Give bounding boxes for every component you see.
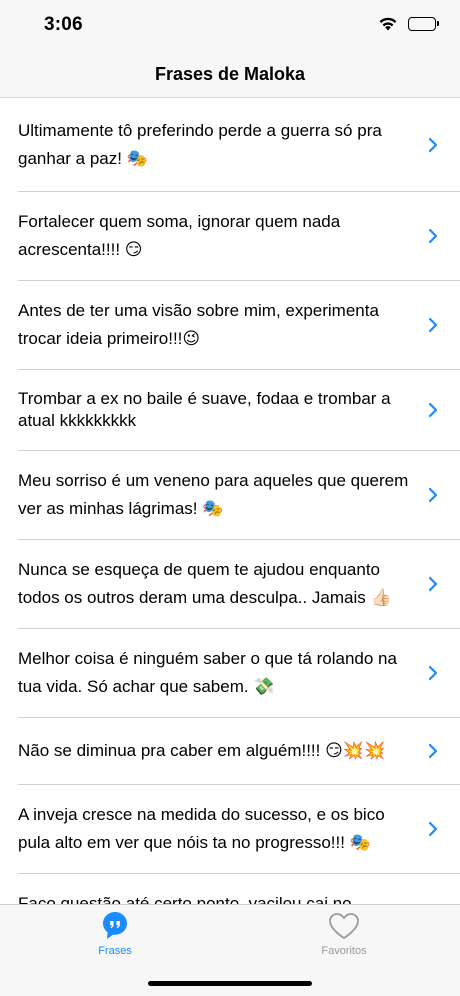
phrase-text: Antes de ter uma visão sobre mim, experi… bbox=[18, 301, 379, 348]
chevron-right-icon bbox=[428, 137, 438, 153]
phrases-list[interactable]: Ultimamente tô preferindo perde a guerra… bbox=[0, 98, 460, 904]
status-icons bbox=[378, 16, 439, 31]
list-item[interactable]: Antes de ter uma visão sobre mim, experi… bbox=[18, 281, 460, 370]
list-item[interactable]: Meu sorriso é um veneno para aqueles que… bbox=[18, 451, 460, 540]
battery-icon bbox=[408, 16, 439, 31]
home-indicator bbox=[148, 981, 312, 986]
phrase-text: Fortalecer quem soma, ignorar quem nada … bbox=[18, 212, 341, 259]
chevron-right-icon bbox=[428, 317, 438, 333]
chevron-right-icon bbox=[428, 665, 438, 681]
chevron-right-icon bbox=[428, 821, 438, 837]
phrase-text: Trombar a ex no baile é suave, fodaa e t… bbox=[18, 389, 391, 430]
list-item[interactable]: Fortalecer quem soma, ignorar quem nada … bbox=[18, 192, 460, 281]
tab-favoritos-label: Favoritos bbox=[321, 945, 367, 957]
chevron-right-icon bbox=[428, 487, 438, 503]
tab-frases[interactable]: Frases bbox=[55, 911, 175, 957]
phrase-text: Melhor coisa é ninguém saber o que tá ro… bbox=[18, 649, 397, 696]
wifi-icon bbox=[378, 16, 398, 31]
chevron-right-icon bbox=[428, 402, 438, 418]
chevron-right-icon bbox=[428, 743, 438, 759]
list-item[interactable]: Ultimamente tô preferindo perde a guerra… bbox=[18, 98, 460, 192]
navigation-bar: Frases de Maloka bbox=[0, 52, 460, 98]
heart-icon bbox=[284, 911, 404, 941]
phrase-text: A inveja cresce na medida do sucesso, e … bbox=[18, 805, 385, 852]
phrase-text: Nunca se esqueça de quem te ajudou enqua… bbox=[18, 560, 392, 607]
tab-bar: Frases Favoritos bbox=[0, 904, 460, 996]
phrase-text: Não se diminua pra caber em alguém!!!! 😏… bbox=[18, 741, 386, 760]
list-item[interactable]: Faço questão até certo ponto, vacilou ca… bbox=[18, 874, 460, 904]
quote-bubble-icon bbox=[55, 911, 175, 941]
status-bar: 3:06 bbox=[0, 0, 460, 52]
chevron-right-icon bbox=[428, 576, 438, 592]
phrase-text: Ultimamente tô preferindo perde a guerra… bbox=[18, 120, 382, 168]
tab-frases-label: Frases bbox=[98, 945, 132, 957]
list-item[interactable]: Trombar a ex no baile é suave, fodaa e t… bbox=[18, 370, 460, 451]
phrase-text: Meu sorriso é um veneno para aqueles que… bbox=[18, 471, 409, 518]
list-item[interactable]: Não se diminua pra caber em alguém!!!! 😏… bbox=[18, 718, 460, 785]
phrase-text: Faço questão até certo ponto, vacilou ca… bbox=[18, 894, 352, 904]
list-item[interactable]: Melhor coisa é ninguém saber o que tá ro… bbox=[18, 629, 460, 718]
list-item[interactable]: Nunca se esqueça de quem te ajudou enqua… bbox=[18, 540, 460, 629]
page-title: Frases de Maloka bbox=[154, 64, 306, 84]
tab-favoritos[interactable]: Favoritos bbox=[284, 911, 404, 957]
chevron-right-icon bbox=[428, 228, 438, 244]
list-item[interactable]: A inveja cresce na medida do sucesso, e … bbox=[18, 785, 460, 874]
status-time: 3:06 bbox=[44, 14, 83, 35]
